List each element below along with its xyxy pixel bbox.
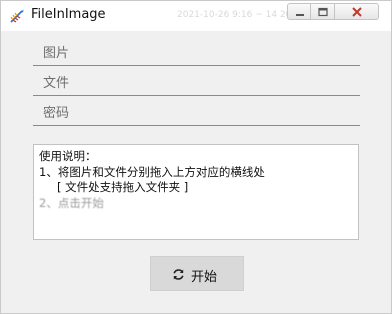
instructions-box[interactable]: 使用说明： 1、将图片和文件分别拖入上方对应的横线处 [ 文件处支持拖入文件夹 … [33,144,359,240]
title-bar[interactable]: FileInImage 2021-10-26 9:16 ~ 14 2021-10… [1,1,391,31]
image-drop-field[interactable]: 图片 [33,36,360,66]
file-field-label: 文件 [43,76,70,91]
password-field[interactable]: 密码 [33,96,360,126]
app-window: FileInImage 2021-10-26 9:16 ~ 14 2021-10… [0,0,392,314]
main-panel: 图片 文件 密码 使用说明： 1、将图片和文件分别拖入上方对应的横线处 [ 文件… [9,33,383,307]
feather-arrow-icon [10,9,24,23]
minimize-icon [296,14,304,16]
app-title: FileInImage [31,7,106,22]
maximize-icon [318,7,328,17]
minimize-button[interactable] [287,3,311,20]
file-drop-field[interactable]: 文件 [33,66,360,96]
start-button-label: 开始 [191,270,218,285]
instructions-title: 使用说明： [39,149,97,163]
instructions-step-2: 2、点击开始 [39,195,104,210]
instructions-step-1-note: [ 文件处支持拖入文件夹 ] [57,180,189,194]
close-button[interactable] [335,3,379,20]
maximize-button[interactable] [311,3,335,20]
refresh-icon [173,269,184,280]
instructions-step-1: 1、将图片和文件分别拖入上方对应的横线处 [39,164,265,179]
password-field-label: 密码 [43,106,70,121]
start-button[interactable]: 开始 [150,256,244,291]
image-field-label: 图片 [43,46,70,61]
close-icon [352,7,362,17]
